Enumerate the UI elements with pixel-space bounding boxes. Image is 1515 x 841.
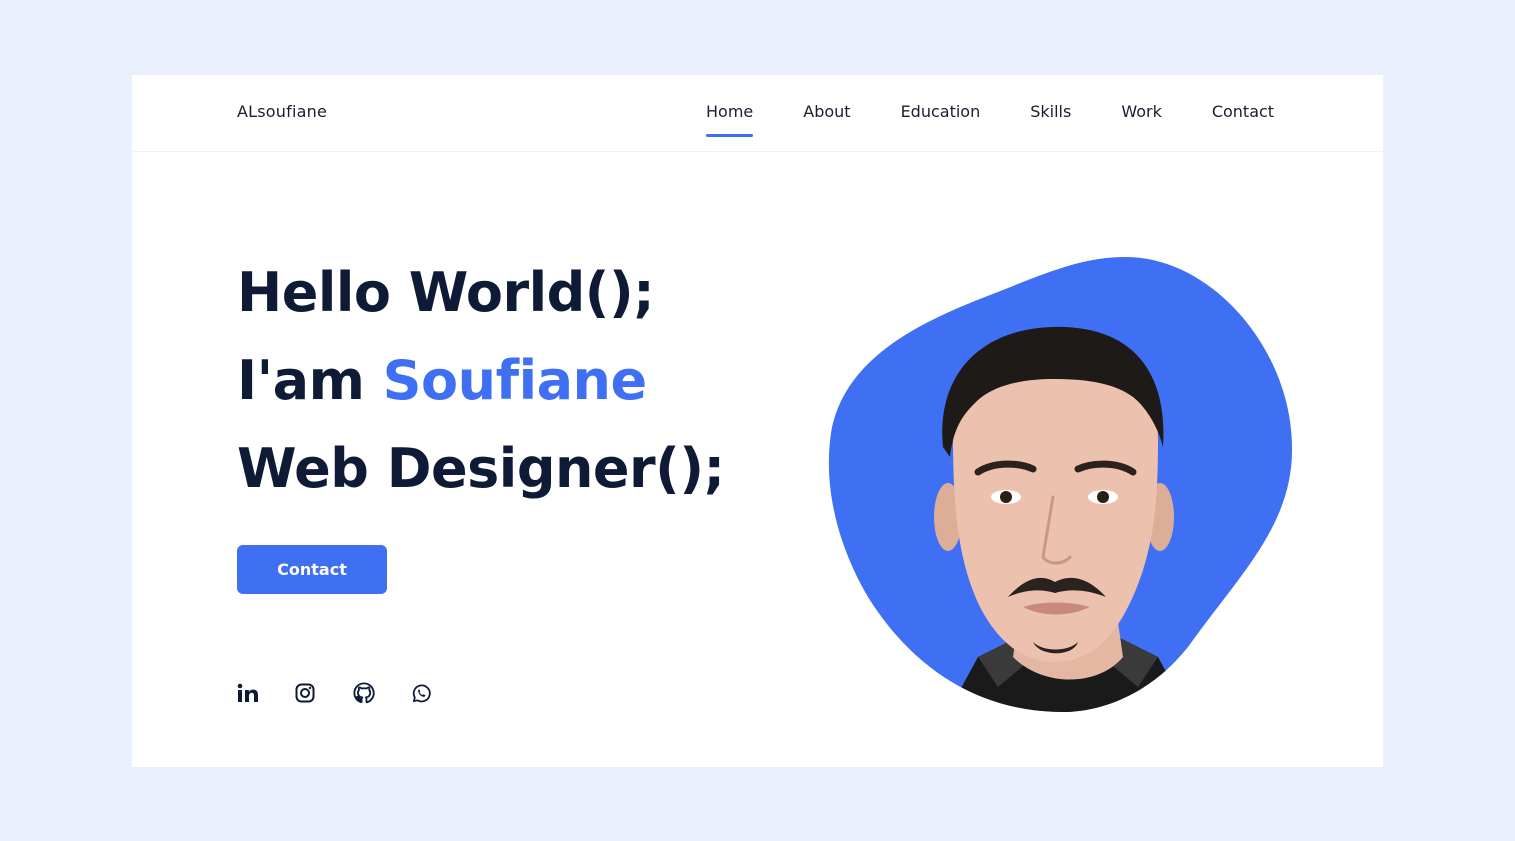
hero-line-role: Web Designer(); [237,437,725,500]
site-header: ALsoufiane Home About Education Skills W… [132,75,1383,152]
hero-title: Hello World(); I'am Soufiane Web Designe… [237,249,725,513]
portrait-blob [828,257,1294,713]
linkedin-link[interactable] [237,680,295,706]
hero-line-intro-prefix: I'am [237,349,383,412]
contact-button[interactable]: Contact [237,545,387,594]
instagram-link[interactable] [295,680,353,706]
whatsapp-icon [411,683,432,704]
main-nav: Home About Education Skills Work Contact [706,102,1274,137]
nav-item-contact[interactable]: Contact [1212,102,1274,121]
site-logo[interactable]: ALsoufiane [237,102,327,121]
whatsapp-link[interactable] [411,680,469,706]
nav-item-work[interactable]: Work [1121,102,1162,121]
nav-item-about[interactable]: About [803,102,850,121]
social-links [237,680,469,706]
nav-item-education[interactable]: Education [901,102,981,121]
github-icon [353,682,375,704]
instagram-icon [295,683,315,703]
hero-line-greeting: Hello World(); [237,261,655,324]
profile-photo [828,257,1293,712]
page-card: ALsoufiane Home About Education Skills W… [132,75,1383,767]
github-link[interactable] [353,680,411,706]
hero-name: Soufiane [382,349,647,412]
linkedin-icon [237,683,259,703]
nav-item-home[interactable]: Home [706,102,754,137]
nav-item-skills[interactable]: Skills [1030,102,1071,121]
